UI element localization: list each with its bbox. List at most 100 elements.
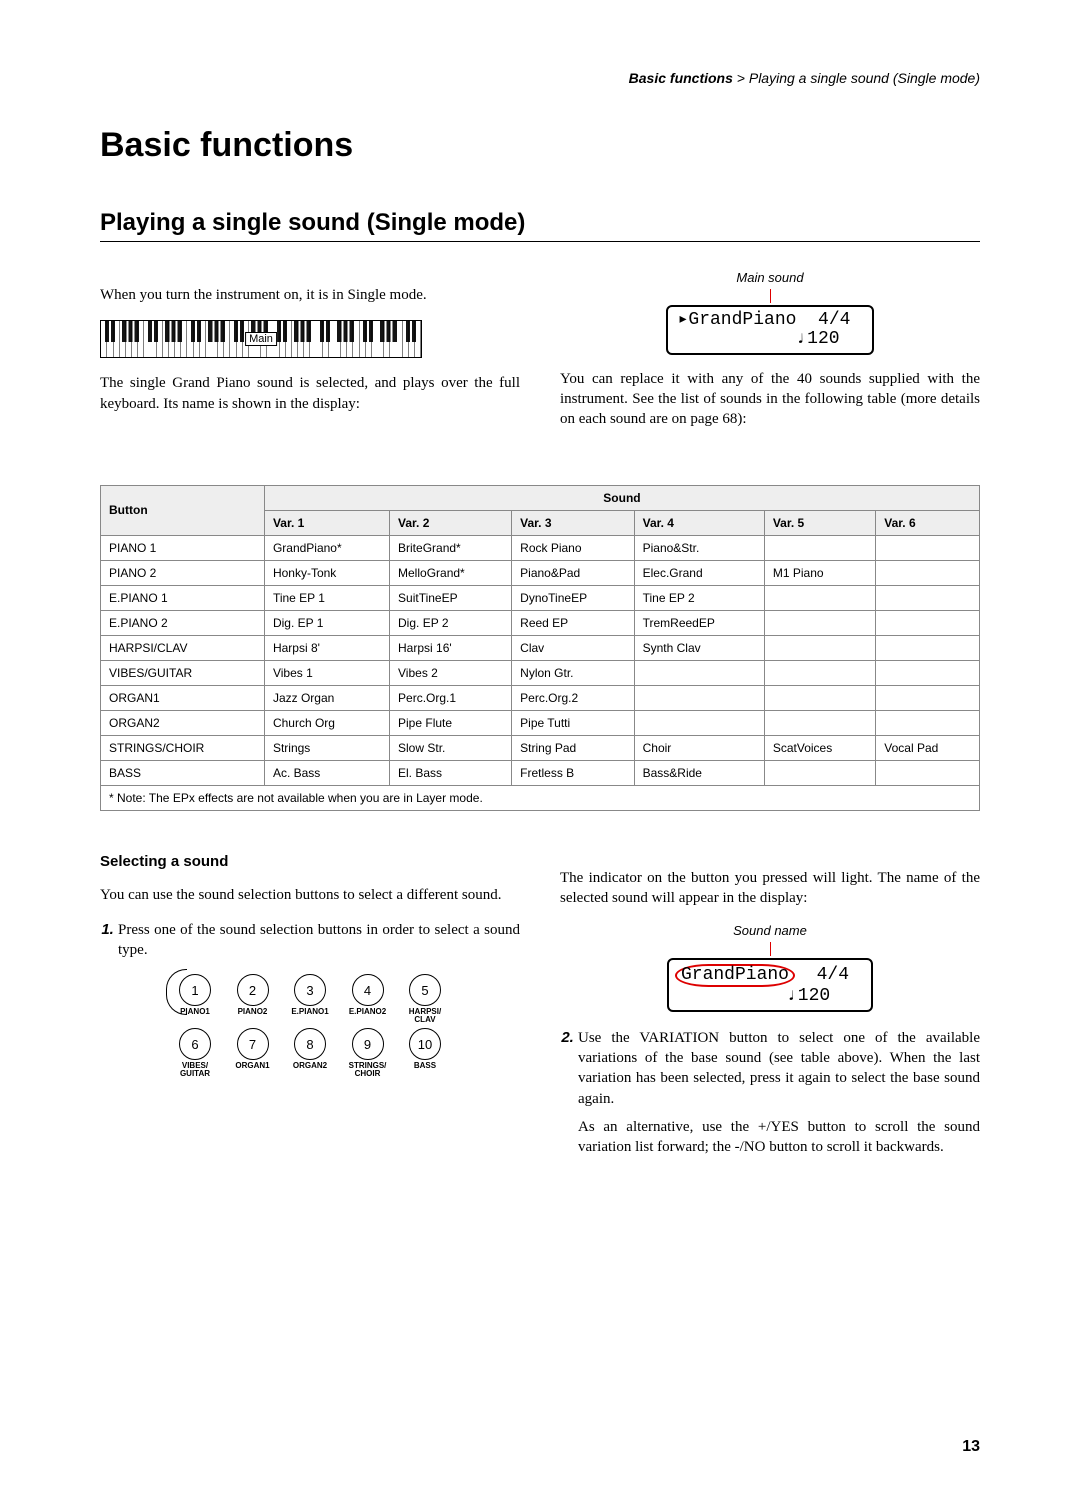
page-number: 13	[962, 1438, 980, 1456]
sound-cell	[764, 685, 875, 710]
diagram-button-6: 6VIBES/ GUITAR	[170, 1028, 220, 1078]
table-row: BASSAc. BassEl. BassFretless BBass&Ride	[101, 760, 980, 785]
sound-cell: Bass&Ride	[634, 760, 764, 785]
sound-cell: Vocal Pad	[876, 735, 980, 760]
sound-cell: Church Org	[264, 710, 389, 735]
table-row: PIANO 2Honky-TonkMelloGrand*Piano&PadEle…	[101, 560, 980, 585]
sound-cell: BriteGrand*	[390, 535, 512, 560]
diagram-button-label: VIBES/ GUITAR	[170, 1062, 220, 1078]
diagram-button-circle: 4	[352, 974, 384, 1006]
breadcrumb: Basic functions > Playing a single sound…	[100, 70, 980, 86]
sel-intro: You can use the sound selection buttons …	[100, 885, 520, 905]
row-button-label: PIANO 1	[101, 535, 265, 560]
sound-cell	[764, 610, 875, 635]
table-row: E.PIANO 1Tine EP 1SuitTineEPDynoTineEPTi…	[101, 585, 980, 610]
row-button-label: E.PIANO 2	[101, 610, 265, 635]
diagram-button-circle: 8	[294, 1028, 326, 1060]
lcd-main-sound: Main sound ▸GrandPiano 4/4 ♩120	[560, 270, 980, 355]
diagram-button-3: 3 E.PIANO1	[285, 974, 335, 1024]
sound-cell: MelloGrand*	[390, 560, 512, 585]
sound-cell	[876, 685, 980, 710]
sound-cell: Vibes 1	[264, 660, 389, 685]
sound-cell	[764, 635, 875, 660]
table-row: PIANO 1GrandPiano*BriteGrand*Rock PianoP…	[101, 535, 980, 560]
row-button-label: E.PIANO 1	[101, 585, 265, 610]
sound-cell	[876, 560, 980, 585]
page-title: Basic functions	[100, 126, 980, 165]
lcd-display-1: ▸GrandPiano 4/4 ♩120	[666, 305, 875, 355]
sound-cell: Elec.Grand	[634, 560, 764, 585]
diagram-button-7: 7ORGAN1	[228, 1028, 278, 1078]
right-step-intro: The indicator on the button you pressed …	[560, 868, 980, 909]
sound-cell: DynoTineEP	[512, 585, 634, 610]
lcd-callout-main: Main sound	[560, 270, 980, 285]
sound-cell: Rock Piano	[512, 535, 634, 560]
intro-p1: When you turn the instrument on, it is i…	[100, 285, 520, 305]
diagram-button-2: 2PIANO2	[228, 974, 278, 1024]
sound-cell	[876, 760, 980, 785]
sound-cell: Slow Str.	[390, 735, 512, 760]
sound-cell: Perc.Org.1	[390, 685, 512, 710]
row-button-label: BASS	[101, 760, 265, 785]
sound-cell: ScatVoices	[764, 735, 875, 760]
sound-cell	[764, 710, 875, 735]
sound-cell: Choir	[634, 735, 764, 760]
th-var-5: Var. 5	[764, 510, 875, 535]
sound-cell: Vibes 2	[390, 660, 512, 685]
table-row: HARPSI/CLAVHarpsi 8'Harpsi 16'ClavSynth …	[101, 635, 980, 660]
lcd-sound-name: Sound name GrandPiano 4/4 ♩120	[560, 923, 980, 1012]
table-note: * Note: The EPx effects are not availabl…	[101, 785, 980, 810]
sound-cell	[764, 585, 875, 610]
row-button-label: PIANO 2	[101, 560, 265, 585]
sound-cell	[634, 685, 764, 710]
table-row: E.PIANO 2Dig. EP 1Dig. EP 2Reed EPTremRe…	[101, 610, 980, 635]
selecting-heading: Selecting a sound	[100, 853, 520, 870]
sound-cell: M1 Piano	[764, 560, 875, 585]
sound-cell	[876, 585, 980, 610]
sound-cell: Ac. Bass	[264, 760, 389, 785]
diagram-button-4: 4 E.PIANO2	[343, 974, 393, 1024]
sound-cell: Pipe Flute	[390, 710, 512, 735]
row-button-label: HARPSI/CLAV	[101, 635, 265, 660]
sound-cell: Tine EP 1	[264, 585, 389, 610]
diagram-button-label: ORGAN2	[285, 1062, 335, 1070]
diagram-button-label: E.PIANO2	[343, 1008, 393, 1016]
row-button-label: ORGAN1	[101, 685, 265, 710]
sound-cell: Fretless B	[512, 760, 634, 785]
step-2: Use the VARIATION button to select one o…	[578, 1028, 980, 1109]
diagram-button-9: 9 STRINGS/ CHOIR	[343, 1028, 393, 1078]
lcd-display-2: GrandPiano 4/4 ♩120	[667, 958, 873, 1012]
sound-cell	[876, 535, 980, 560]
sound-cell: Clav	[512, 635, 634, 660]
callout-line-icon	[770, 289, 771, 303]
diagram-button-label: ORGAN1	[228, 1062, 278, 1070]
sound-cell: Reed EP	[512, 610, 634, 635]
th-var-2: Var. 2	[390, 510, 512, 535]
sounds-table: Button Sound Var. 1Var. 2Var. 3Var. 4Var…	[100, 485, 980, 811]
diagram-button-1: 1PIANO1	[170, 974, 220, 1024]
diagram-button-circle: 2	[237, 974, 269, 1006]
sound-cell: Jazz Organ	[264, 685, 389, 710]
diagram-button-label: E.PIANO1	[285, 1008, 335, 1016]
th-var-6: Var. 6	[876, 510, 980, 535]
sound-cell: Honky-Tonk	[264, 560, 389, 585]
th-var-3: Var. 3	[512, 510, 634, 535]
sound-cell	[764, 660, 875, 685]
diagram-button-circle: 9	[352, 1028, 384, 1060]
row-button-label: VIBES/GUITAR	[101, 660, 265, 685]
sound-cell: GrandPiano*	[264, 535, 389, 560]
sound-cell: Piano&Pad	[512, 560, 634, 585]
sound-cell	[634, 660, 764, 685]
row-button-label: STRINGS/CHOIR	[101, 735, 265, 760]
diagram-button-label: STRINGS/ CHOIR	[343, 1062, 393, 1078]
sound-cell: TremReedEP	[634, 610, 764, 635]
diagram-button-circle: 3	[294, 974, 326, 1006]
intro-p2: The single Grand Piano sound is selected…	[100, 373, 520, 414]
th-var-4: Var. 4	[634, 510, 764, 535]
sound-cell: Pipe Tutti	[512, 710, 634, 735]
diagram-button-circle: 10	[409, 1028, 441, 1060]
sound-cell: Dig. EP 1	[264, 610, 389, 635]
sound-cell	[764, 760, 875, 785]
sound-cell: Piano&Str.	[634, 535, 764, 560]
sound-cell	[634, 710, 764, 735]
